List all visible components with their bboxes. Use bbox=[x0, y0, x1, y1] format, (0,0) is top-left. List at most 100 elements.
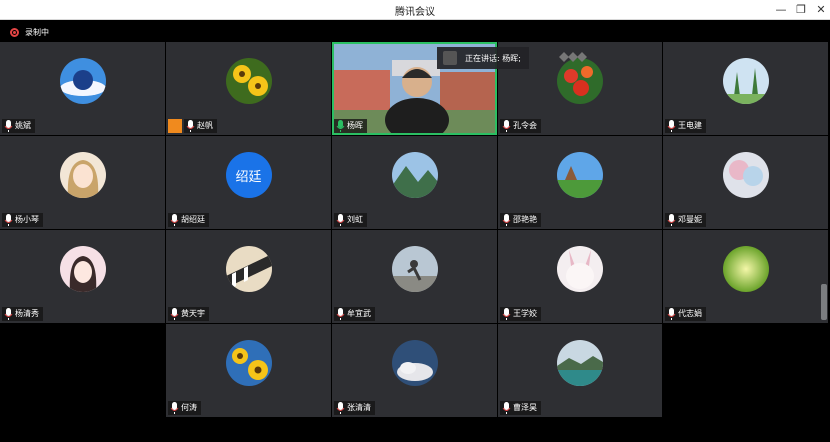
participant-name-tag: 邵艳艳 bbox=[500, 213, 541, 227]
participant-name: 刘虹 bbox=[347, 215, 363, 224]
participant-name: 曹泽昊 bbox=[513, 403, 537, 412]
avatar bbox=[225, 58, 272, 105]
participant-name: 胡绍廷 bbox=[181, 215, 205, 224]
participant-name: 杨晖 bbox=[347, 121, 363, 130]
participant-name: 邵艳艳 bbox=[513, 215, 537, 224]
recording-indicator: 录制中 bbox=[10, 27, 49, 38]
microphone-icon bbox=[4, 120, 13, 132]
participant-name-tag: 赵帆 bbox=[184, 119, 217, 133]
speaker-avatar-icon bbox=[443, 51, 457, 65]
avatar bbox=[59, 246, 106, 293]
participant-tile[interactable]: 张清清 bbox=[332, 324, 497, 417]
avatar bbox=[59, 58, 106, 105]
avatar bbox=[722, 152, 769, 199]
participant-name-tag: 杨小琴 bbox=[2, 213, 43, 227]
participant-name-tag: 张清清 bbox=[334, 401, 375, 415]
avatar bbox=[557, 340, 603, 387]
avatar bbox=[722, 246, 769, 293]
title-bar: 腾讯会议 — ❐ ✕ bbox=[0, 0, 830, 20]
avatar bbox=[557, 246, 603, 293]
microphone-icon bbox=[336, 308, 345, 320]
microphone-icon bbox=[502, 214, 511, 226]
participant-name-tag: 杨清秀 bbox=[2, 307, 43, 321]
avatar bbox=[391, 340, 438, 387]
participant-tile[interactable]: 王电建 bbox=[663, 42, 828, 135]
participant-tile[interactable]: 黄天宇 bbox=[166, 230, 331, 323]
participant-name-tag: 牟宜武 bbox=[334, 307, 375, 321]
microphone-icon bbox=[667, 120, 676, 132]
avatar bbox=[225, 340, 272, 387]
speaking-label: 正在讲话: 杨晖; bbox=[465, 53, 521, 63]
microphone-icon bbox=[170, 308, 179, 320]
speaking-indicator: 正在讲话: 杨晖; bbox=[437, 47, 529, 69]
participant-name: 邓曼妮 bbox=[678, 215, 702, 224]
participant-tile[interactable]: 邓曼妮 bbox=[663, 136, 828, 229]
text-avatar: 绍廷 bbox=[225, 152, 272, 199]
participant-name: 姚斌 bbox=[15, 121, 31, 130]
participant-name: 牟宜武 bbox=[347, 309, 371, 318]
participant-name-tag: 曹泽昊 bbox=[500, 401, 541, 415]
participant-name-tag: 黄天宇 bbox=[168, 307, 209, 321]
participant-name-tag: 王电建 bbox=[665, 119, 706, 133]
avatar bbox=[722, 58, 769, 105]
window-title: 腾讯会议 bbox=[395, 7, 435, 18]
avatar bbox=[225, 246, 272, 293]
participant-name-tag: 孔令会 bbox=[500, 119, 541, 133]
close-icon[interactable]: ✕ bbox=[812, 2, 830, 18]
scrollbar[interactable] bbox=[821, 284, 827, 320]
participant-name-tag: 王学姣 bbox=[500, 307, 541, 321]
participant-tile[interactable]: 绍廷 胡绍廷 bbox=[166, 136, 331, 229]
participant-tile[interactable]: 王学姣 bbox=[498, 230, 662, 323]
recording-label: 录制中 bbox=[25, 28, 49, 37]
participant-name: 孔令会 bbox=[513, 121, 537, 130]
record-icon bbox=[10, 28, 19, 37]
microphone-icon bbox=[186, 120, 195, 132]
minimize-icon[interactable]: — bbox=[772, 2, 790, 18]
participant-tile[interactable]: 邵艳艳 bbox=[498, 136, 662, 229]
participant-name-tag: 代志娟 bbox=[665, 307, 706, 321]
participant-tile[interactable]: 刘虹 bbox=[332, 136, 497, 229]
participant-tile[interactable]: 杨小琴 bbox=[0, 136, 165, 229]
participant-tile[interactable]: 何涛 bbox=[166, 324, 331, 417]
restore-icon[interactable]: ❐ bbox=[792, 2, 810, 18]
participant-tile[interactable]: 曹泽昊 bbox=[498, 324, 662, 417]
microphone-icon bbox=[502, 402, 511, 414]
participant-tile[interactable]: 赵帆 bbox=[166, 42, 331, 135]
participant-name: 王学姣 bbox=[513, 309, 537, 318]
microphone-icon bbox=[4, 308, 13, 320]
layout-switch-icon[interactable] bbox=[558, 51, 588, 63]
participant-name: 杨小琴 bbox=[15, 215, 39, 224]
participant-name: 杨清秀 bbox=[15, 309, 39, 318]
participant-name-tag: 何涛 bbox=[168, 401, 201, 415]
participant-name-tag: 刘虹 bbox=[334, 213, 367, 227]
microphone-active-icon bbox=[336, 120, 345, 132]
microphone-icon bbox=[502, 120, 511, 132]
avatar bbox=[391, 246, 438, 293]
microphone-icon bbox=[170, 214, 179, 226]
participant-name: 王电建 bbox=[678, 121, 702, 130]
microphone-icon bbox=[170, 402, 179, 414]
participant-tile[interactable]: 代志娟 bbox=[663, 230, 828, 323]
microphone-icon bbox=[667, 308, 676, 320]
participant-tile[interactable]: 杨清秀 bbox=[0, 230, 165, 323]
avatar bbox=[557, 152, 603, 199]
video-grid: 姚斌 赵帆 杨晖 孔令会 王电建 杨小琴 绍廷 胡绍廷 刘虹 邵艳艳 邓曼妮 杨… bbox=[0, 20, 830, 442]
participant-name: 张清清 bbox=[347, 403, 371, 412]
participant-name: 赵帆 bbox=[197, 121, 213, 130]
microphone-icon bbox=[667, 214, 676, 226]
participant-tile[interactable]: 姚斌 bbox=[0, 42, 165, 135]
participant-name-tag: 邓曼妮 bbox=[665, 213, 706, 227]
microphone-icon bbox=[336, 402, 345, 414]
participant-name: 黄天宇 bbox=[181, 309, 205, 318]
participant-name: 代志娟 bbox=[678, 309, 702, 318]
host-icon bbox=[168, 119, 182, 133]
participant-tile[interactable]: 牟宜武 bbox=[332, 230, 497, 323]
microphone-icon bbox=[502, 308, 511, 320]
avatar bbox=[59, 152, 106, 199]
participant-name-tag: 杨晖 bbox=[334, 119, 367, 133]
microphone-icon bbox=[4, 214, 13, 226]
participant-name: 何涛 bbox=[181, 403, 197, 412]
microphone-icon bbox=[336, 214, 345, 226]
participant-name-tag: 姚斌 bbox=[2, 119, 35, 133]
participant-name-tag: 胡绍廷 bbox=[168, 213, 209, 227]
